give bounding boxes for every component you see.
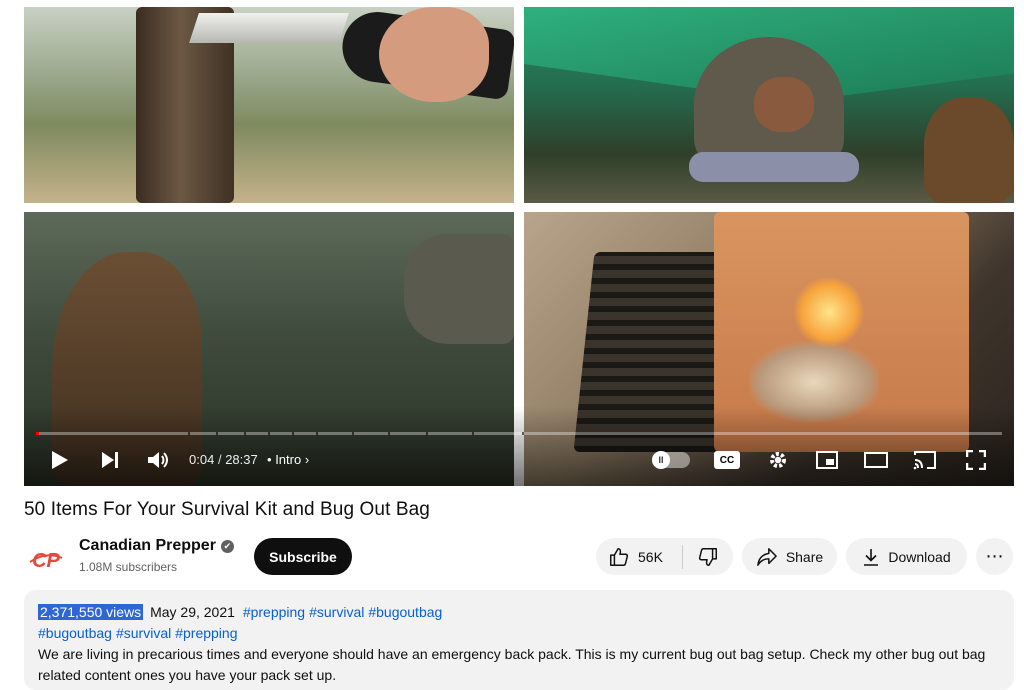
- flame: [794, 277, 864, 347]
- player-controls: 0:04 / 28:37 • Intro › II CC: [24, 440, 1014, 480]
- chapter-marker: [388, 432, 390, 435]
- share-button[interactable]: Share: [742, 538, 837, 575]
- chapter-marker: [472, 432, 474, 435]
- chapter-title-button[interactable]: • Intro ›: [267, 452, 309, 467]
- chapter-marker: [268, 432, 270, 435]
- download-button[interactable]: Download: [846, 538, 967, 575]
- more-icon: ⋯: [985, 546, 1004, 566]
- video-title: 50 Items For Your Survival Kit and Bug O…: [24, 499, 430, 520]
- hand: [379, 7, 489, 102]
- hashtag-link[interactable]: #bugoutbag: [38, 625, 112, 641]
- thumbnail-frame-tarp: [524, 7, 1014, 203]
- chapter-dot: •: [267, 452, 272, 467]
- more-actions-button[interactable]: ⋯: [976, 538, 1013, 575]
- like-button[interactable]: 56K: [596, 538, 678, 575]
- chapter-marker: [216, 432, 218, 435]
- settings-icon[interactable]: [764, 446, 792, 474]
- autoplay-knob: II: [652, 451, 670, 469]
- dislike-button[interactable]: [683, 538, 733, 575]
- arm-spraying-water: [404, 234, 514, 344]
- download-label: Download: [888, 548, 951, 565]
- meta-hashtag[interactable]: #prepping: [243, 604, 305, 620]
- time-display: 0:04 / 28:37: [189, 452, 258, 467]
- chapter-marker: [426, 432, 428, 435]
- autoplay-toggle[interactable]: II: [652, 451, 690, 469]
- dog: [924, 97, 1014, 203]
- time-current: 0:04: [189, 452, 215, 467]
- chapter-marker: [352, 432, 354, 435]
- time-total: 28:37: [225, 452, 258, 467]
- channel-name: Canadian Prepper: [79, 537, 216, 554]
- like-count: 56K: [638, 548, 663, 565]
- cast-icon[interactable]: [911, 446, 939, 474]
- person-face: [754, 77, 814, 132]
- theater-icon[interactable]: [862, 446, 890, 474]
- download-icon: [864, 548, 879, 566]
- video-player[interactable]: 0:04 / 28:37 • Intro › II CC: [24, 0, 1014, 486]
- share-label: Share: [785, 548, 824, 565]
- verified-badge-icon: ✔: [220, 539, 234, 553]
- fullscreen-icon[interactable]: [962, 446, 990, 474]
- volume-icon[interactable]: [144, 446, 174, 474]
- upload-date: May 29, 2021: [150, 604, 235, 620]
- knife-blade: [189, 13, 349, 43]
- subscriber-count: 1.08M subscribers: [79, 560, 178, 574]
- sleeping-pad: [689, 152, 859, 182]
- description-box[interactable]: 2,371,550 views May 29, 2021 #prepping #s…: [24, 590, 1014, 690]
- thumbs-down-icon: [698, 547, 717, 566]
- subscribe-button[interactable]: Subscribe: [254, 538, 352, 575]
- channel-name-link[interactable]: Canadian Prepper ✔: [79, 537, 234, 555]
- chapter-marker: [188, 432, 190, 435]
- channel-logo-icon: CP: [29, 550, 63, 572]
- progress-bar[interactable]: [36, 432, 1002, 435]
- chapter-label: Intro: [275, 452, 302, 467]
- time-separator: /: [217, 452, 222, 467]
- svg-text:CP: CP: [32, 550, 60, 572]
- meta-hashtag[interactable]: #bugoutbag: [368, 604, 442, 620]
- progress-played: [36, 432, 39, 435]
- cc-icon[interactable]: CC: [714, 451, 740, 469]
- chapter-marker: [292, 432, 294, 435]
- chevron-right-icon: ›: [304, 452, 310, 467]
- share-icon: [756, 547, 777, 566]
- like-dislike-group: 56K: [596, 538, 733, 575]
- meta-hashtag[interactable]: #survival: [309, 604, 364, 620]
- thumbs-up-icon: [610, 547, 629, 566]
- miniplayer-icon[interactable]: [813, 446, 841, 474]
- description-meta: 2,371,550 views May 29, 2021 #prepping #s…: [38, 602, 1000, 623]
- hashtag-link[interactable]: #prepping: [175, 625, 237, 641]
- description-hashtags: #bugoutbag #survival #prepping: [38, 623, 1000, 644]
- description-text: We are living in precarious times and ev…: [38, 646, 986, 683]
- next-icon[interactable]: [96, 446, 124, 474]
- view-count: 2,371,550 views: [38, 604, 144, 620]
- hashtag-link[interactable]: #survival: [116, 625, 171, 641]
- chapter-marker: [316, 432, 318, 435]
- chapter-marker: [244, 432, 246, 435]
- chapter-marker: [522, 432, 524, 435]
- play-icon[interactable]: [46, 446, 74, 474]
- thumbnail-frame-knife: [24, 7, 514, 203]
- channel-avatar[interactable]: CP: [26, 540, 66, 580]
